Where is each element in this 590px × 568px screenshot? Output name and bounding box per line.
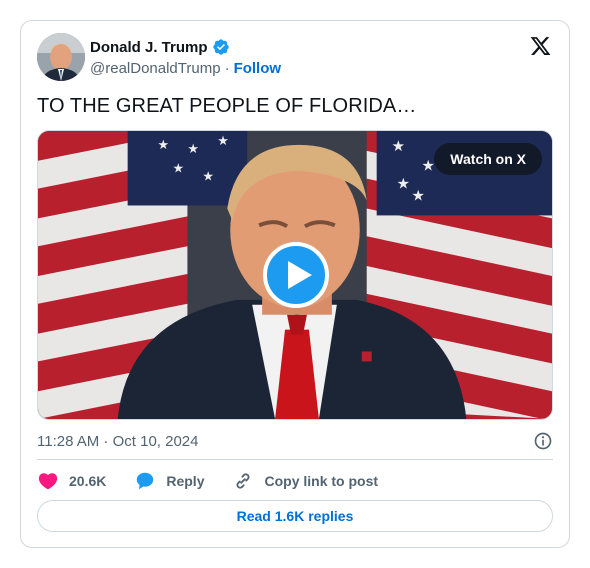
like-button[interactable]: 20.6K	[37, 470, 106, 492]
copy-link-button[interactable]: Copy link to post	[232, 470, 378, 492]
play-icon[interactable]	[263, 242, 329, 308]
read-replies-button[interactable]: Read 1.6K replies	[37, 500, 553, 532]
divider	[37, 459, 553, 460]
x-logo-icon[interactable]	[529, 35, 552, 57]
info-icon[interactable]	[533, 431, 553, 451]
svg-text:★: ★	[158, 137, 170, 152]
author-name[interactable]: Donald J. Trump	[90, 39, 208, 56]
svg-text:★: ★	[412, 189, 425, 205]
svg-text:★: ★	[172, 161, 184, 176]
copy-link-label: Copy link to post	[264, 473, 379, 489]
svg-text:★: ★	[397, 177, 410, 193]
author-avatar[interactable]	[37, 33, 85, 81]
watch-on-x-button[interactable]: Watch on X	[434, 143, 542, 175]
svg-text:★: ★	[187, 141, 199, 156]
verified-badge-icon	[212, 39, 229, 55]
post-timestamp[interactable]: 11:28 AM · Oct 10, 2024	[37, 433, 198, 450]
svg-text:★: ★	[217, 133, 229, 148]
follow-button[interactable]: Follow	[234, 60, 282, 77]
link-icon	[237, 473, 250, 489]
post-text: TO THE GREAT PEOPLE OF FLORIDA…	[37, 95, 417, 117]
handle-separator: ·	[224, 60, 230, 77]
svg-text:★: ★	[202, 169, 214, 184]
post-actions: 20.6K Reply Copy link to post	[37, 470, 406, 492]
like-count: 20.6K	[69, 473, 107, 489]
video-player[interactable]: ★ ★ ★ ★ ★ ★ ★ ★ ★ Watch on X	[37, 130, 553, 420]
svg-text:★: ★	[392, 139, 405, 155]
reply-button[interactable]: Reply	[134, 470, 204, 492]
heart-icon	[38, 473, 58, 490]
author-handle[interactable]: @realDonaldTrump	[90, 60, 221, 77]
speech-bubble-icon	[137, 472, 154, 490]
reply-label: Reply	[166, 473, 205, 489]
svg-text:★: ★	[422, 159, 435, 175]
embedded-post-card[interactable]: Donald J. Trump @realDonaldTrump · Follo…	[20, 20, 570, 548]
